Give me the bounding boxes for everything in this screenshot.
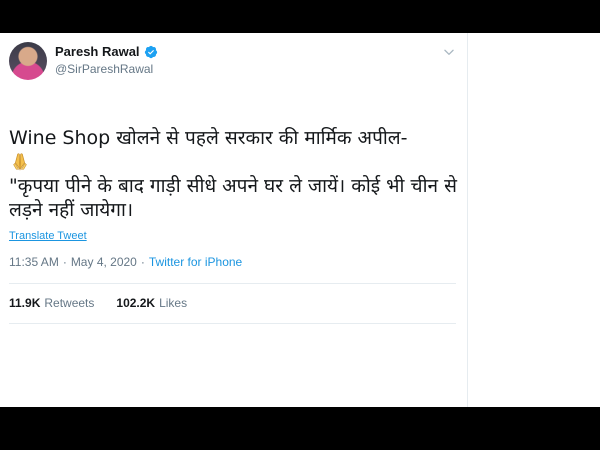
retweets-count: 11.9K	[9, 296, 41, 310]
meta-separator: ·	[62, 255, 67, 269]
author-name[interactable]: Paresh Rawal	[55, 44, 140, 59]
author-handle[interactable]: @SirPareshRawal	[55, 62, 158, 76]
likes-count: 102.2K	[116, 296, 156, 310]
tweet-line-3: लड़ने नहीं जायेगा।	[9, 199, 134, 221]
chevron-down-icon[interactable]	[442, 45, 456, 59]
divider	[9, 283, 456, 284]
tweet-card: Paresh Rawal @SirPareshRawal Wine Shop ख…	[0, 33, 468, 407]
folded-hands-icon	[9, 150, 461, 174]
meta-separator: ·	[140, 255, 145, 269]
tweet-source-link[interactable]: Twitter for iPhone	[149, 255, 242, 269]
verified-badge-icon	[144, 45, 157, 58]
avatar[interactable]	[9, 42, 47, 80]
tweet-line-1: Wine Shop खोलने से पहले सरकार की मार्मिक…	[9, 127, 408, 149]
screenshot-frame: Paresh Rawal @SirPareshRawal Wine Shop ख…	[0, 33, 600, 407]
tweet-date[interactable]: May 4, 2020	[71, 255, 137, 269]
retweets-label: Retweets	[44, 296, 95, 310]
tweet-text: Wine Shop खोलने से पहले सरकार की मार्मिक…	[9, 126, 461, 222]
name-row: Paresh Rawal	[55, 44, 158, 59]
tweet-stats: 11.9K Retweets 102.2K Likes	[9, 296, 187, 310]
tweet-line-2: "कृपया पीने के बाद गाड़ी सीधे अपने घर ले…	[9, 175, 457, 197]
translate-tweet-link[interactable]: Translate Tweet	[9, 230, 87, 242]
tweet-time[interactable]: 11:35 AM	[9, 255, 59, 269]
tweet-meta: 11:35 AM · May 4, 2020 · Twitter for iPh…	[9, 255, 242, 269]
likes-stat[interactable]: 102.2K Likes	[116, 296, 187, 310]
divider	[9, 323, 456, 324]
likes-label: Likes	[159, 296, 188, 310]
author-block: Paresh Rawal @SirPareshRawal	[55, 44, 158, 76]
retweets-stat[interactable]: 11.9K Retweets	[9, 296, 94, 310]
